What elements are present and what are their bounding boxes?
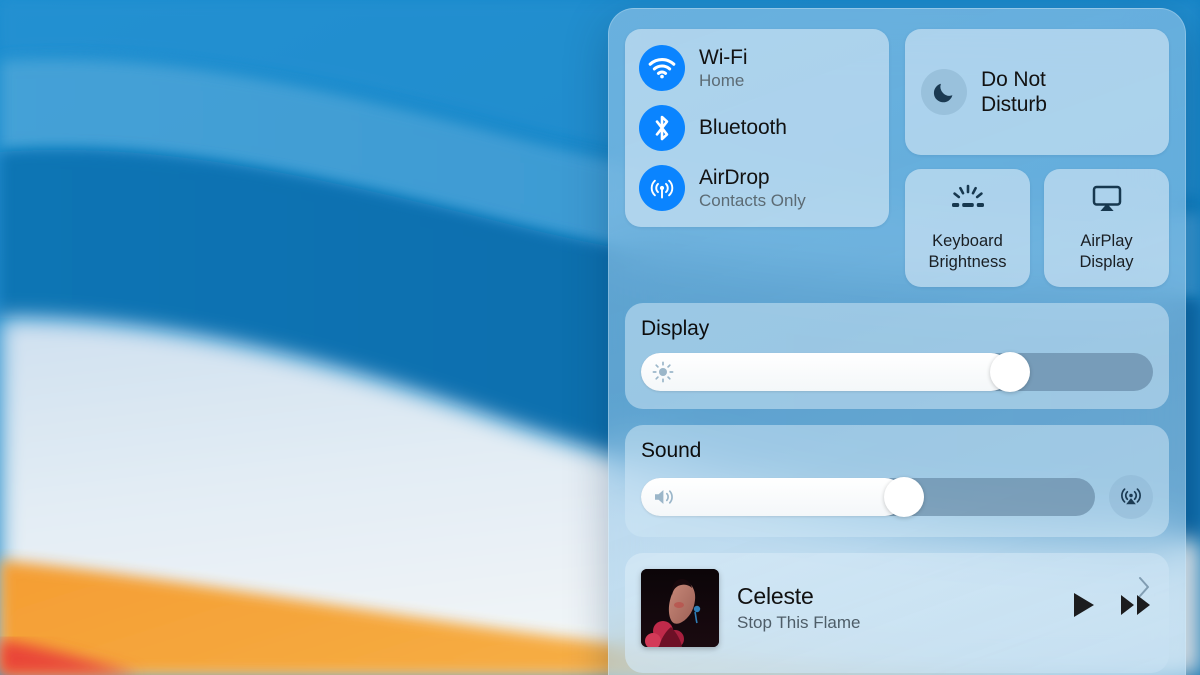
now-playing-text: Celeste Stop This Flame: [737, 583, 1053, 633]
sound-slider-knob[interactable]: [884, 477, 925, 517]
brightness-sun-icon: [652, 361, 674, 383]
sound-section-title: Sound: [641, 439, 702, 462]
connectivity-item-text: AirDrop Contacts Only: [699, 166, 806, 211]
desktop-screen: Wi-Fi Home Bluetooth AirDrop Contacts On…: [0, 0, 1200, 675]
wifi-icon[interactable]: [639, 45, 685, 91]
small-tiles-row: Keyboard Brightness AirPlay Display: [905, 169, 1169, 287]
dnd-label-line1: Do Not: [981, 67, 1046, 91]
display-slider-row: [641, 352, 1153, 392]
chevron-right-icon[interactable]: [1137, 575, 1151, 604]
sound-slider-row: [641, 475, 1153, 519]
connectivity-item-bluetooth[interactable]: Bluetooth: [639, 105, 875, 151]
sound-section: Sound: [625, 425, 1169, 537]
dnd-label-line2: Disturb: [981, 93, 1047, 116]
airplay-display-label: AirPlay Display: [1079, 231, 1133, 271]
airdrop-title: AirDrop: [699, 165, 770, 189]
display-section: Display: [625, 303, 1169, 409]
bluetooth-title: Bluetooth: [699, 116, 787, 140]
airplay-display-icon: [1088, 184, 1126, 219]
connectivity-item-text: Bluetooth: [699, 116, 787, 140]
now-playing-subtitle: Stop This Flame: [737, 613, 861, 633]
sound-volume-slider[interactable]: [641, 477, 1095, 517]
display-slider-knob[interactable]: [989, 352, 1030, 392]
moon-icon: [921, 69, 967, 115]
keyboard-brightness-button[interactable]: Keyboard Brightness: [905, 169, 1030, 287]
keyboard-brightness-label-line1: Keyboard: [932, 232, 1003, 251]
keyboard-brightness-label-line2: Brightness: [928, 252, 1007, 271]
airplay-display-label-line2: Display: [1079, 252, 1134, 271]
connectivity-item-airdrop[interactable]: AirDrop Contacts Only: [639, 165, 875, 211]
airplay-display-button[interactable]: AirPlay Display: [1044, 169, 1169, 287]
wifi-subtitle: Home: [699, 71, 745, 91]
display-brightness-slider[interactable]: [641, 352, 1153, 392]
control-center-top-row: Wi-Fi Home Bluetooth AirDrop Contacts On…: [625, 29, 1169, 287]
speaker-wave-icon: [652, 487, 678, 507]
connectivity-item-text: Wi-Fi Home: [699, 45, 748, 91]
sound-slider-fill: [641, 478, 905, 516]
control-center-right-column: Do Not Disturb Keyboard Brightness AirPl…: [905, 29, 1169, 287]
airplay-audio-icon[interactable]: [1109, 475, 1153, 519]
connectivity-card: Wi-Fi Home Bluetooth AirDrop Contacts On…: [625, 29, 889, 227]
wifi-title: Wi-Fi: [699, 45, 748, 69]
now-playing-title: Celeste: [737, 583, 814, 609]
control-center-panel: Wi-Fi Home Bluetooth AirDrop Contacts On…: [608, 8, 1186, 675]
play-icon[interactable]: [1071, 591, 1097, 624]
bluetooth-icon[interactable]: [639, 105, 685, 151]
now-playing-card[interactable]: Celeste Stop This Flame: [625, 553, 1169, 673]
airplay-display-label-line1: AirPlay: [1080, 232, 1133, 251]
connectivity-item-wifi[interactable]: Wi-Fi Home: [639, 45, 875, 91]
do-not-disturb-label: Do Not Disturb: [981, 67, 1047, 117]
display-slider-fill: [641, 353, 1010, 391]
airdrop-icon[interactable]: [639, 165, 685, 211]
airdrop-subtitle: Contacts Only: [699, 191, 806, 211]
display-section-title: Display: [641, 317, 710, 340]
album-art: [641, 569, 719, 647]
keyboard-brightness-label: Keyboard Brightness: [929, 231, 1007, 271]
now-playing-row: Celeste Stop This Flame: [641, 569, 1153, 647]
keyboard-brightness-icon: [948, 184, 988, 219]
do-not-disturb-button[interactable]: Do Not Disturb: [905, 29, 1169, 155]
